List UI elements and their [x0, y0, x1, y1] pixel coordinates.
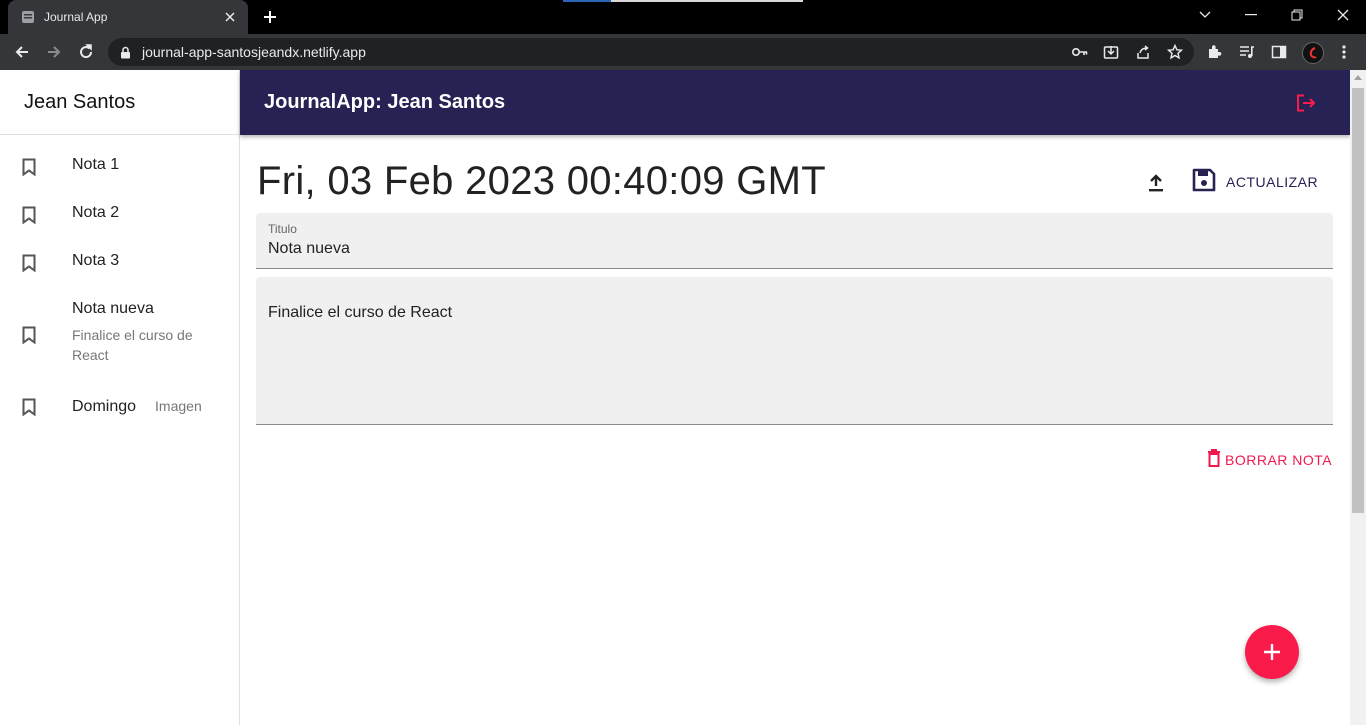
new-tab-icon[interactable] — [258, 6, 282, 28]
title-field-label: Titulo — [268, 222, 297, 236]
save-icon — [1192, 168, 1216, 197]
address-bar[interactable]: journal-app-santosjeandx.netlify.app — [108, 38, 1194, 66]
trash-icon — [1207, 448, 1221, 472]
reload-icon[interactable] — [72, 38, 100, 66]
bookmark-icon — [20, 396, 38, 418]
logout-icon[interactable] — [1294, 91, 1318, 115]
bookmark-icon — [20, 204, 38, 226]
title-field[interactable]: Titulo Nota nueva — [256, 213, 1333, 269]
note-title: Nota 3 — [72, 252, 120, 269]
note-item[interactable]: Nota 2 — [0, 204, 239, 226]
note-item[interactable]: Nota 1 — [0, 156, 239, 178]
body-field-value: Finalice el curso de React — [268, 304, 453, 321]
body-field[interactable]: Finalice el curso de React — [256, 277, 1333, 425]
lock-icon — [120, 45, 134, 59]
browser-tabstrip: Journal App — [0, 0, 1366, 34]
restore-icon[interactable] — [1274, 0, 1320, 30]
key-icon[interactable] — [1066, 38, 1094, 66]
back-icon[interactable] — [8, 38, 36, 66]
plus-icon — [1264, 644, 1280, 660]
tab-search-icon[interactable] — [1182, 0, 1228, 30]
scrollbar-thumb[interactable] — [1352, 88, 1364, 513]
note-preview: Finalice el curso de React — [72, 327, 193, 363]
browser-toolbar: journal-app-santosjeandx.netlify.app — [0, 34, 1366, 70]
menu-icon[interactable] — [1330, 38, 1358, 66]
share-icon[interactable] — [1129, 38, 1157, 66]
install-icon[interactable] — [1097, 38, 1125, 66]
add-note-button[interactable] — [1245, 625, 1299, 679]
close-window-icon[interactable] — [1320, 0, 1366, 30]
note-date: Fri, 03 Feb 2023 00:40:09 GMT — [257, 159, 826, 203]
url-text: journal-app-santosjeandx.netlify.app — [142, 44, 366, 60]
sidebar-user-name: Jean Santos — [0, 70, 239, 135]
tabstrip-indicator-active — [563, 0, 611, 2]
media-icon[interactable] — [1233, 38, 1261, 66]
bookmark-icon — [20, 252, 38, 274]
title-field-value: Nota nueva — [268, 240, 350, 257]
save-button-label: ACTUALIZAR — [1226, 174, 1319, 190]
bookmark-icon — [20, 324, 38, 346]
journal-favicon-icon — [20, 9, 36, 25]
journal-app: Jean Santos Nota 1 Nota 2 Nota 3 Nota nu… — [0, 70, 1350, 725]
note-item[interactable]: Domingo Imagen — [0, 396, 239, 418]
note-title: Nota 2 — [72, 204, 120, 221]
note-title: Domingo — [72, 398, 137, 415]
extensions-icon[interactable] — [1201, 38, 1229, 66]
close-tab-icon[interactable] — [222, 9, 238, 25]
sidebar: Jean Santos Nota 1 Nota 2 Nota 3 Nota nu… — [0, 70, 240, 725]
delete-note-label: BORRAR NOTA — [1225, 452, 1333, 468]
profile-avatar[interactable] — [1302, 42, 1324, 64]
browser-tab[interactable]: Journal App — [8, 0, 248, 34]
star-icon[interactable] — [1161, 38, 1189, 66]
save-button[interactable]: ACTUALIZAR — [1192, 167, 1318, 197]
note-item[interactable]: Nota nueva Finalice el curso de React — [0, 300, 239, 365]
note-title: Nota nueva — [72, 300, 154, 317]
upload-icon[interactable] — [1142, 169, 1170, 197]
forward-icon[interactable] — [40, 38, 68, 66]
minimize-icon[interactable] — [1228, 0, 1274, 30]
tab-title: Journal App — [44, 10, 108, 24]
side-panel-icon[interactable] — [1265, 38, 1293, 66]
scroll-up-icon[interactable] — [1354, 75, 1362, 80]
delete-note-button[interactable]: BORRAR NOTA — [1207, 448, 1333, 472]
note-title: Nota 1 — [72, 156, 120, 173]
note-item[interactable]: Nota 3 — [0, 252, 239, 274]
bookmark-icon — [20, 156, 38, 178]
note-preview: Imagen — [155, 398, 202, 414]
page-scrollbar[interactable] — [1350, 70, 1366, 725]
app-title: JournalApp: Jean Santos — [264, 91, 506, 113]
note-editor: Fri, 03 Feb 2023 00:40:09 GMT ACTUALIZAR… — [240, 135, 1350, 725]
app-bar: JournalApp: Jean Santos — [240, 70, 1350, 135]
